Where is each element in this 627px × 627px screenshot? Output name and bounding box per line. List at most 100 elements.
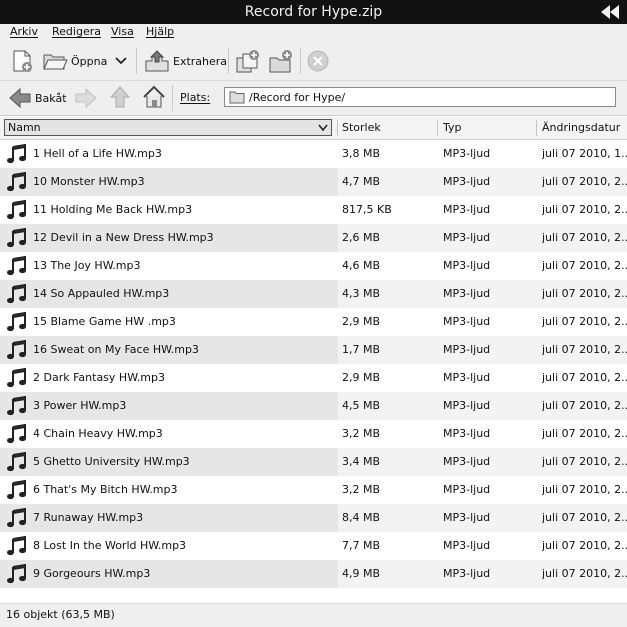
- file-name: 7 Runaway HW.mp3: [33, 511, 144, 524]
- music-note-icon: [7, 507, 26, 528]
- file-type: MP3-ljud: [443, 399, 491, 412]
- table-row[interactable]: 5 Ghetto University HW.mp3 3,4 MB MP3-ljud…: [0, 448, 627, 476]
- modified-column-header[interactable]: Ändringsdatur: [542, 117, 620, 139]
- music-note-icon: [7, 255, 26, 276]
- add-folder-icon[interactable]: [268, 48, 294, 74]
- table-row[interactable]: 3 Power HW.mp3 4,5 MB MP3-ljud juli 07 2010…: [0, 392, 627, 420]
- table-row[interactable]: 11 Holding Me Back HW.mp3 817,5 KB MP3-lju…: [0, 196, 627, 224]
- status-text: 16 objekt (63,5 MB): [6, 608, 115, 621]
- window-title: Record for Hype.zip: [244, 4, 383, 20]
- add-files-icon[interactable]: [235, 48, 261, 74]
- file-modified: juli 07 2010, 2...: [542, 483, 627, 496]
- name-column-header[interactable]: Namn: [4, 119, 332, 136]
- file-type: MP3-ljud: [443, 455, 491, 468]
- table-row[interactable]: 16 Sweat on My Face HW.mp3 1,7 MB MP3-ljud…: [0, 336, 627, 364]
- table-row[interactable]: 6 That's My Bitch HW.mp3 3,2 MB MP3-ljud ju…: [0, 476, 627, 504]
- file-size: 817,5 KB: [342, 203, 392, 216]
- table-row[interactable]: 9 Gorgeours HW.mp3 4,9 MB MP3-ljud juli 07 …: [0, 560, 627, 588]
- music-note-icon: [7, 171, 26, 192]
- file-modified: juli 07 2010, 2...: [542, 231, 627, 244]
- file-size: 7,7 MB: [342, 539, 381, 552]
- file-size: 2,9 MB: [342, 315, 381, 328]
- back-button[interactable]: Bakåt: [8, 86, 67, 110]
- location-field[interactable]: /Record for Hype/: [224, 87, 616, 107]
- music-note-icon: [7, 423, 26, 444]
- arrow-right-icon[interactable]: [74, 86, 98, 110]
- open-dropdown-chevron-icon[interactable]: [114, 55, 128, 67]
- file-name: 15 Blame Game HW .mp3: [33, 315, 176, 328]
- file-modified: juli 07 2010, 1...: [542, 147, 627, 160]
- file-modified: juli 07 2010, 2...: [542, 315, 627, 328]
- file-modified: juli 07 2010, 2...: [542, 343, 627, 356]
- table-row[interactable]: 1 Hell of a Life HW.mp3 3,8 MB MP3-ljud jul…: [0, 140, 627, 168]
- table-row[interactable]: 13 The Joy HW.mp3 4,6 MB MP3-ljud juli 07 2…: [0, 252, 627, 280]
- file-size: 3,2 MB: [342, 483, 381, 496]
- column-separator[interactable]: [536, 120, 537, 136]
- status-bar: 16 objekt (63,5 MB): [0, 603, 627, 627]
- location-path: /Record for Hype/: [249, 90, 346, 104]
- file-type: MP3-ljud: [443, 483, 491, 496]
- file-name: 10 Monster HW.mp3: [33, 175, 145, 188]
- file-type: MP3-ljud: [443, 259, 491, 272]
- title-bar: Record for Hype.zip: [0, 0, 627, 24]
- file-type: MP3-ljud: [443, 343, 491, 356]
- name-column-label: Namn: [8, 121, 41, 134]
- file-modified: juli 07 2010, 2...: [542, 203, 627, 216]
- table-row[interactable]: 10 Monster HW.mp3 4,7 MB MP3-ljud juli 07 2…: [0, 168, 627, 196]
- music-note-icon: [7, 199, 26, 220]
- stop-icon[interactable]: [307, 50, 329, 72]
- arrow-up-icon[interactable]: [108, 85, 132, 109]
- new-archive-icon[interactable]: [10, 49, 34, 73]
- size-column-header[interactable]: Storlek: [342, 117, 381, 139]
- table-row[interactable]: 2 Dark Fantasy HW.mp3 2,9 MB MP3-ljud juli …: [0, 364, 627, 392]
- table-row[interactable]: 4 Chain Heavy HW.mp3 3,2 MB MP3-ljud juli 0…: [0, 420, 627, 448]
- file-name: 3 Power HW.mp3: [33, 399, 127, 412]
- table-row[interactable]: 7 Runaway HW.mp3 8,4 MB MP3-ljud juli 07 20…: [0, 504, 627, 532]
- file-modified: juli 07 2010, 2...: [542, 399, 627, 412]
- column-separator[interactable]: [437, 120, 438, 136]
- toolbar: Öppna Extrahera: [0, 42, 627, 81]
- file-name: 1 Hell of a Life HW.mp3: [33, 147, 162, 160]
- music-note-icon: [7, 535, 26, 556]
- column-header: Namn Storlek Typ Ändringsdatur: [0, 117, 627, 140]
- table-row[interactable]: 14 So Appauled HW.mp3 4,3 MB MP3-ljud juli …: [0, 280, 627, 308]
- menu-bar: Arkiv Redigera Visa Hjälp: [0, 24, 627, 42]
- extract-label: Extrahera: [173, 54, 228, 68]
- file-type: MP3-ljud: [443, 287, 491, 300]
- file-type: MP3-ljud: [443, 371, 491, 384]
- table-row[interactable]: 8 Lost In the World HW.mp3 7,7 MB MP3-ljud…: [0, 532, 627, 560]
- column-separator[interactable]: [337, 120, 338, 136]
- table-row[interactable]: 12 Devil in a New Dress HW.mp3 2,6 MB MP3-…: [0, 224, 627, 252]
- type-column-header[interactable]: Typ: [443, 117, 462, 139]
- file-size: 3,4 MB: [342, 455, 381, 468]
- open-button[interactable]: Öppna: [42, 49, 107, 73]
- music-note-icon: [7, 367, 26, 388]
- file-size: 3,2 MB: [342, 427, 381, 440]
- music-note-icon: [7, 339, 26, 360]
- music-note-icon: [7, 479, 26, 500]
- file-modified: juli 07 2010, 2...: [542, 371, 627, 384]
- file-type: MP3-ljud: [443, 567, 491, 580]
- music-note-icon: [7, 311, 26, 332]
- rewind-icon[interactable]: [599, 0, 621, 24]
- file-size: 4,5 MB: [342, 399, 381, 412]
- menu-visa[interactable]: Visa: [111, 25, 134, 38]
- file-modified: juli 07 2010, 2...: [542, 259, 627, 272]
- home-icon[interactable]: [141, 84, 167, 110]
- file-list: 1 Hell of a Life HW.mp3 3,8 MB MP3-ljud jul…: [0, 140, 627, 588]
- menu-hjalp[interactable]: Hjälp: [146, 25, 174, 38]
- music-note-icon: [7, 227, 26, 248]
- file-modified: juli 07 2010, 2...: [542, 511, 627, 524]
- music-note-icon: [7, 283, 26, 304]
- extract-button[interactable]: Extrahera: [144, 49, 227, 73]
- open-folder-icon: [43, 54, 68, 70]
- file-name: 6 That's My Bitch HW.mp3: [33, 483, 178, 496]
- file-type: MP3-ljud: [443, 175, 491, 188]
- file-size: 4,3 MB: [342, 287, 381, 300]
- menu-redigera[interactable]: Redigera: [52, 25, 101, 38]
- navigation-bar: Bakåt Plats: /Record for Hype/: [0, 81, 627, 116]
- menu-arkiv[interactable]: Arkiv: [10, 25, 38, 38]
- arrow-left-icon: [9, 87, 31, 109]
- file-name: 12 Devil in a New Dress HW.mp3: [33, 231, 214, 244]
- table-row[interactable]: 15 Blame Game HW .mp3 2,9 MB MP3-ljud juli …: [0, 308, 627, 336]
